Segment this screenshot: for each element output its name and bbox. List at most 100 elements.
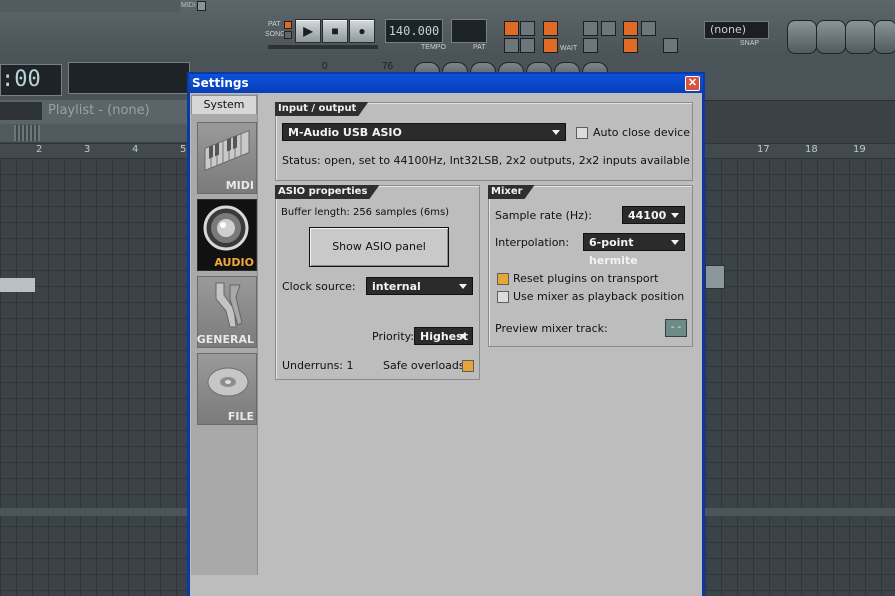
- show-asio-panel-button[interactable]: Show ASIO panel: [309, 227, 449, 267]
- section-title: Input / output: [275, 102, 368, 116]
- counter-b: 76: [382, 61, 394, 72]
- time-display[interactable]: :00: [0, 64, 62, 96]
- play-button[interactable]: ▶: [295, 19, 321, 43]
- use-mixer-checkbox[interactable]: [497, 291, 509, 303]
- midi-keyboard-icon: [204, 129, 250, 172]
- underruns-text: Underruns: 1: [282, 359, 354, 372]
- song-label: SONG: [265, 31, 286, 38]
- pat-display-label: PAT: [473, 44, 486, 51]
- priority-label: Priority:: [372, 330, 415, 343]
- speaker-icon: [203, 205, 249, 251]
- record-button[interactable]: ●: [349, 19, 375, 43]
- keyboard-icon[interactable]: [520, 21, 535, 36]
- blend-notes-icon[interactable]: [623, 21, 638, 36]
- tempo-display[interactable]: 140.000: [385, 19, 443, 43]
- track-divider: [0, 508, 188, 516]
- preview-track-label: Preview mixer track:: [495, 322, 608, 335]
- ruler-mark: 19: [853, 144, 866, 155]
- slide-icon[interactable]: [583, 38, 598, 53]
- snap-select[interactable]: (none): [704, 21, 769, 39]
- track-divider: [705, 508, 895, 516]
- sidebar-item-general[interactable]: GENERAL: [197, 276, 257, 348]
- priority-select[interactable]: Highest: [414, 327, 473, 345]
- playlist-window-icon[interactable]: [787, 20, 817, 54]
- timeline-ruler-right[interactable]: 17 18 19: [705, 143, 895, 159]
- timeline-ruler-left[interactable]: 2 3 4 5: [0, 143, 188, 159]
- song-mode-led[interactable]: [284, 31, 292, 39]
- clock-source-select[interactable]: internal: [366, 277, 473, 295]
- midi-indicator[interactable]: [197, 1, 206, 11]
- interpolation-value: 6-point hermite: [589, 236, 638, 267]
- ruler-mark: 4: [132, 144, 139, 155]
- ruler-mark: 18: [805, 144, 818, 155]
- settings-content: Input / output M-Audio USB ASIO Auto clo…: [261, 94, 699, 575]
- section-title: Mixer: [488, 185, 535, 199]
- wait-label: WAIT: [560, 45, 578, 52]
- metronome-icon[interactable]: [504, 21, 519, 36]
- playlist-grid-left[interactable]: [0, 158, 188, 596]
- pencil-tool-icon[interactable]: [520, 38, 535, 53]
- playlist-view-buttons[interactable]: [0, 102, 42, 120]
- preview-track-selector[interactable]: --: [665, 319, 687, 337]
- playlist-grid-right[interactable]: [705, 158, 895, 596]
- countdown-icon[interactable]: [543, 21, 558, 36]
- auto-close-label: Auto close device: [593, 126, 690, 139]
- chevron-down-icon: [671, 213, 679, 218]
- pattern-display[interactable]: [451, 19, 487, 43]
- dialog-title: Settings: [192, 76, 249, 90]
- ruler-mark: 17: [757, 144, 770, 155]
- dialog-titlebar[interactable]: Settings ✕: [189, 74, 703, 93]
- midi-label: MIDI: [181, 2, 196, 9]
- pattern-icon[interactable]: [504, 38, 519, 53]
- clock-source-value: internal: [372, 280, 421, 293]
- reset-plugins-label: Reset plugins on transport: [513, 272, 659, 285]
- chevron-down-icon: [459, 284, 467, 289]
- sidebar-item-audio[interactable]: AUDIO: [197, 199, 257, 271]
- safe-overloads-label: Safe overloads: [383, 359, 465, 372]
- safe-overloads-checkbox[interactable]: [462, 360, 474, 372]
- asio-properties-section: ASIO properties Buffer length: 256 sampl…: [275, 185, 480, 380]
- sidebar-item-file[interactable]: FILE: [197, 353, 257, 425]
- typing-keyboard-icon[interactable]: [601, 21, 616, 36]
- tab-system[interactable]: System: [191, 95, 257, 114]
- disk-icon: [207, 367, 249, 397]
- use-mixer-label: Use mixer as playback position: [513, 290, 685, 303]
- buffer-length-text: Buffer length: 256 samples (6ms): [281, 207, 450, 218]
- clock-source-label: Clock source:: [282, 280, 356, 293]
- overdub-icon[interactable]: [623, 38, 638, 53]
- step-sequencer-window-icon[interactable]: [816, 20, 846, 54]
- mixer-window-icon[interactable]: [874, 20, 895, 54]
- loop-record-icon[interactable]: [641, 21, 656, 36]
- playlist-clip[interactable]: [0, 278, 35, 292]
- input-output-section: Input / output M-Audio USB ASIO Auto clo…: [275, 102, 693, 181]
- auto-close-checkbox[interactable]: [576, 127, 588, 139]
- scrollbar-fragment[interactable]: [705, 265, 725, 289]
- sample-rate-value: 44100: [628, 209, 667, 222]
- audio-rec-icon[interactable]: [663, 38, 678, 53]
- close-button[interactable]: ✕: [685, 76, 700, 91]
- section-title: ASIO properties: [275, 185, 379, 199]
- sidebar-item-label: FILE: [227, 410, 254, 423]
- wait-icon[interactable]: [543, 38, 558, 53]
- reset-plugins-checkbox[interactable]: [497, 273, 509, 285]
- chevron-down-icon: [552, 130, 560, 135]
- monitor-display: [68, 62, 190, 94]
- ruler-mark: 5: [180, 144, 187, 155]
- sample-rate-select[interactable]: 44100: [622, 206, 685, 224]
- sidebar-item-label: MIDI: [225, 179, 254, 192]
- song-position-slider[interactable]: [268, 45, 378, 49]
- sidebar-item-midi[interactable]: MIDI: [197, 122, 257, 194]
- audio-device-value: M-Audio USB ASIO: [288, 126, 402, 139]
- pat-mode-led[interactable]: [284, 21, 292, 29]
- mixer-section: Mixer Sample rate (Hz): 44100 Interpolat…: [488, 185, 693, 347]
- audio-device-select[interactable]: M-Audio USB ASIO: [282, 123, 566, 141]
- ruler-mark: 2: [36, 144, 43, 155]
- interpolation-select[interactable]: 6-point hermite: [583, 233, 685, 267]
- piano-roll-window-icon[interactable]: [845, 20, 875, 54]
- chevron-down-icon: [459, 334, 467, 339]
- stop-button[interactable]: ■: [322, 19, 348, 43]
- playlist-title[interactable]: Playlist - (none): [48, 103, 150, 118]
- playlist-scroll-handle[interactable]: [14, 125, 40, 141]
- settings-sidebar: System MIDI AUDIO GENERAL FILE: [191, 94, 258, 575]
- step-edit-icon[interactable]: [583, 21, 598, 36]
